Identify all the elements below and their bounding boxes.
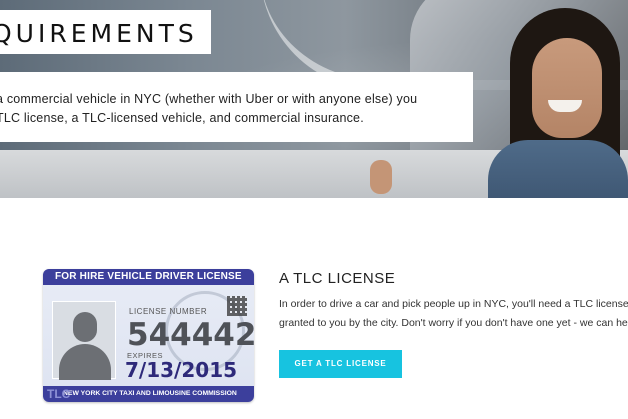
- expiry-date: 7/13/2015: [125, 358, 238, 382]
- intro-line-2: TLC license, a TLC-licensed vehicle, and…: [0, 111, 364, 125]
- intro-line-1: a commercial vehicle in NYC (whether wit…: [0, 92, 418, 106]
- person-head-icon: [73, 312, 97, 342]
- driver-face: [532, 38, 602, 138]
- tlc-section-title: A TLC LICENSE: [279, 270, 396, 287]
- driver-photo-placeholder: [52, 301, 116, 380]
- license-number: 5444427: [127, 317, 254, 353]
- tlc-section-text: In order to drive a car and pick people …: [279, 295, 628, 333]
- license-card-footer: TLC NEW YORK CITY TAXI AND LIMOUSINE COM…: [43, 386, 254, 402]
- hero-title-box: QUIREMENTS: [0, 10, 211, 54]
- driver-jacket: [488, 140, 628, 198]
- tlc-badge: TLC: [47, 387, 71, 401]
- tlc-text-line-2: granted to you by the city. Don't worry …: [279, 317, 628, 329]
- person-shoulders-icon: [59, 344, 111, 380]
- qr-code-icon: [227, 296, 247, 316]
- driver-hand: [370, 160, 392, 194]
- tlc-text-line-1: In order to drive a car and pick people …: [279, 298, 628, 310]
- page-title: QUIREMENTS: [0, 19, 198, 48]
- get-tlc-license-button[interactable]: GET A TLC LICENSE: [279, 350, 402, 378]
- license-card-header: FOR HIRE VEHICLE DRIVER LICENSE: [43, 269, 254, 285]
- tlc-license-card-image: FOR HIRE VEHICLE DRIVER LICENSE LICENSE …: [43, 269, 254, 402]
- license-card-footer-text: NEW YORK CITY TAXI AND LIMOUSINE COMMISS…: [63, 390, 237, 397]
- license-number-label: LICENSE NUMBER: [129, 307, 208, 316]
- hero-banner: QUIREMENTS a commercial vehicle in NYC (…: [0, 0, 628, 198]
- hero-intro-box: a commercial vehicle in NYC (whether wit…: [0, 72, 473, 142]
